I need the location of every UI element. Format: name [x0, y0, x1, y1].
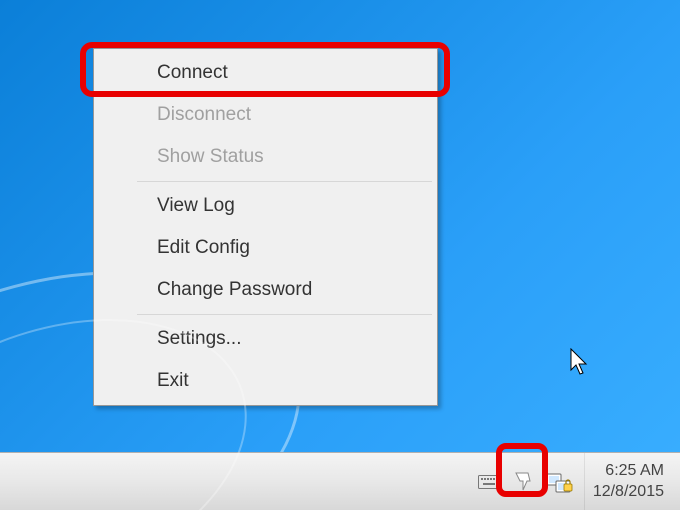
clock-date: 12/8/2015 [593, 482, 664, 503]
taskbar-clock[interactable]: 6:25 AM 12/8/2015 [584, 453, 674, 510]
menu-item-edit-config[interactable]: Edit Config [97, 227, 434, 269]
menu-item-view-log[interactable]: View Log [97, 185, 434, 227]
menu-label: Edit Config [157, 237, 250, 258]
menu-item-show-status: Show Status [97, 136, 434, 178]
taskbar: 6:25 AM 12/8/2015 [0, 452, 680, 510]
menu-label: Disconnect [157, 104, 251, 125]
menu-label: Exit [157, 370, 189, 391]
menu-item-disconnect: Disconnect [97, 94, 434, 136]
menu-item-connect[interactable]: Connect [97, 52, 434, 94]
menu-label: Connect [157, 62, 228, 83]
vpn-context-menu: Connect Disconnect Show Status View Log … [93, 48, 438, 406]
mouse-cursor-icon [570, 348, 590, 376]
menu-label: View Log [157, 195, 235, 216]
menu-label: Settings... [157, 328, 242, 349]
menu-separator [137, 314, 432, 315]
clock-time: 6:25 AM [605, 461, 664, 482]
system-tray: 6:25 AM 12/8/2015 [472, 453, 674, 510]
menu-label: Change Password [157, 279, 312, 300]
menu-separator [137, 181, 432, 182]
menu-item-change-password[interactable]: Change Password [97, 269, 434, 311]
keyboard-icon[interactable] [472, 453, 506, 510]
vpn-tray-icon[interactable] [540, 453, 580, 510]
desktop-background: Connect Disconnect Show Status View Log … [0, 0, 680, 510]
action-center-icon[interactable] [506, 453, 540, 510]
menu-item-settings[interactable]: Settings... [97, 318, 434, 360]
menu-item-exit[interactable]: Exit [97, 360, 434, 402]
menu-label: Show Status [157, 146, 264, 167]
